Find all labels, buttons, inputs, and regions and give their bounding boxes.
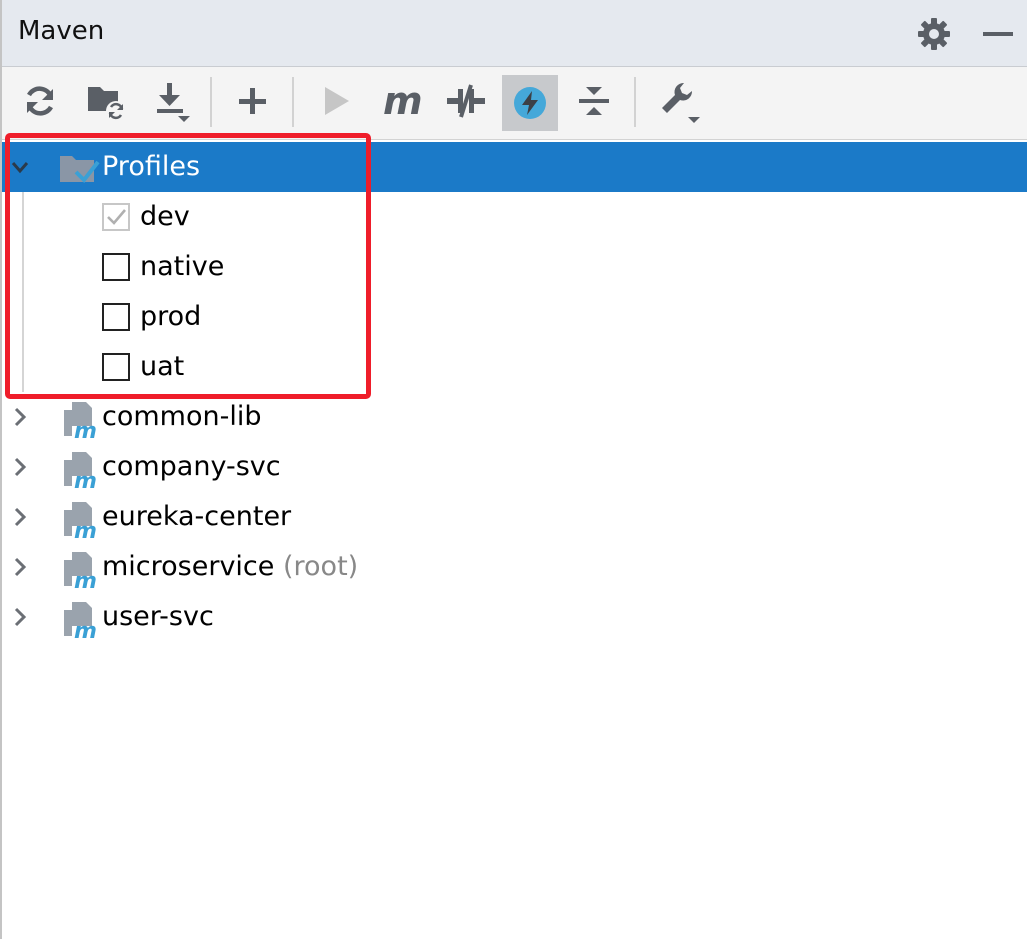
module-label: common-lib: [102, 401, 262, 432]
gear-icon[interactable]: [916, 16, 952, 52]
tree-node-module[interactable]: m common-lib: [2, 392, 1027, 442]
maven-tool-window: Maven m Profiles dev native prod uat m c…: [0, 0, 1027, 939]
profile-checkbox-uat[interactable]: [102, 353, 130, 381]
tree-node-module[interactable]: m company-svc: [2, 442, 1027, 492]
offline-icon: [447, 84, 485, 118]
module-label: user-svc: [102, 601, 214, 632]
maven-module-icon: m: [64, 602, 97, 640]
generate-sources-button[interactable]: [78, 73, 134, 129]
chevron-right-icon[interactable]: [10, 456, 30, 478]
download-icon: [157, 83, 190, 122]
folder-refresh-icon: [88, 87, 126, 121]
svg-text:m: m: [74, 419, 97, 440]
maven-toolbar: m: [2, 67, 1027, 140]
profile-item-dev[interactable]: dev: [2, 192, 1027, 242]
checkmark-icon: [107, 209, 126, 225]
toggle-skip-tests-button[interactable]: [502, 75, 558, 131]
add-maven-project-button[interactable]: [224, 73, 280, 129]
tree-node-module[interactable]: m eureka-center: [2, 492, 1027, 542]
collapse-icon: [579, 87, 609, 115]
toggle-offline-mode-button[interactable]: [438, 73, 494, 129]
execute-maven-goal-button[interactable]: m: [374, 73, 430, 129]
tree-node-module-root[interactable]: m microservice (root): [2, 542, 1027, 592]
maven-m-icon: m: [383, 81, 423, 121]
collapse-all-button[interactable]: [566, 73, 622, 129]
tree-node-module[interactable]: m user-svc: [2, 592, 1027, 642]
svg-text:m: m: [74, 519, 97, 540]
profile-item-native[interactable]: native: [2, 242, 1027, 292]
plus-icon: [239, 88, 266, 114]
svg-text:m: m: [74, 469, 97, 490]
run-icon: [325, 87, 349, 115]
profile-label: prod: [140, 301, 202, 332]
chevron-down-icon[interactable]: [10, 156, 30, 178]
chevron-right-icon[interactable]: [10, 556, 30, 578]
root-suffix: (root): [282, 551, 359, 582]
window-title: Maven: [18, 16, 105, 46]
lightning-icon: [514, 87, 546, 119]
module-label-root: microservice (root): [102, 550, 358, 584]
profile-checkbox-prod[interactable]: [102, 303, 130, 331]
chevron-right-icon[interactable]: [10, 606, 30, 628]
chevron-right-icon[interactable]: [10, 406, 30, 428]
reload-all-projects-button[interactable]: [12, 73, 68, 129]
module-name: microservice: [102, 551, 275, 582]
profile-label: uat: [140, 351, 185, 382]
minimize-icon[interactable]: [980, 16, 1016, 52]
maven-module-icon: m: [64, 552, 97, 590]
maven-module-icon: m: [64, 502, 97, 540]
maven-settings-button[interactable]: [650, 73, 706, 129]
toolbar-separator: [634, 77, 636, 127]
svg-text:m: m: [383, 81, 423, 121]
module-label: company-svc: [102, 451, 281, 482]
profile-checkbox-dev[interactable]: [102, 203, 130, 231]
profile-checkbox-native[interactable]: [102, 253, 130, 281]
profile-item-prod[interactable]: prod: [2, 292, 1027, 342]
run-maven-build-button[interactable]: [308, 73, 364, 129]
wrench-icon: [662, 82, 700, 123]
title-bar: Maven: [2, 0, 1027, 67]
refresh-icon: [26, 86, 54, 116]
module-label: eureka-center: [102, 501, 292, 532]
maven-module-icon: m: [64, 452, 97, 490]
toolbar-separator: [210, 77, 212, 127]
maven-module-icon: m: [64, 402, 97, 440]
profile-label: dev: [140, 201, 190, 232]
chevron-right-icon[interactable]: [10, 506, 30, 528]
profiles-folder-icon: [60, 156, 100, 184]
profiles-label: Profiles: [102, 151, 201, 182]
svg-text:m: m: [74, 569, 97, 590]
profile-label: native: [140, 251, 225, 282]
toolbar-separator: [292, 77, 294, 127]
svg-text:m: m: [74, 619, 97, 640]
download-sources-button[interactable]: [144, 73, 200, 129]
profile-item-uat[interactable]: uat: [2, 342, 1027, 392]
tree-node-profiles[interactable]: Profiles: [2, 142, 1027, 192]
